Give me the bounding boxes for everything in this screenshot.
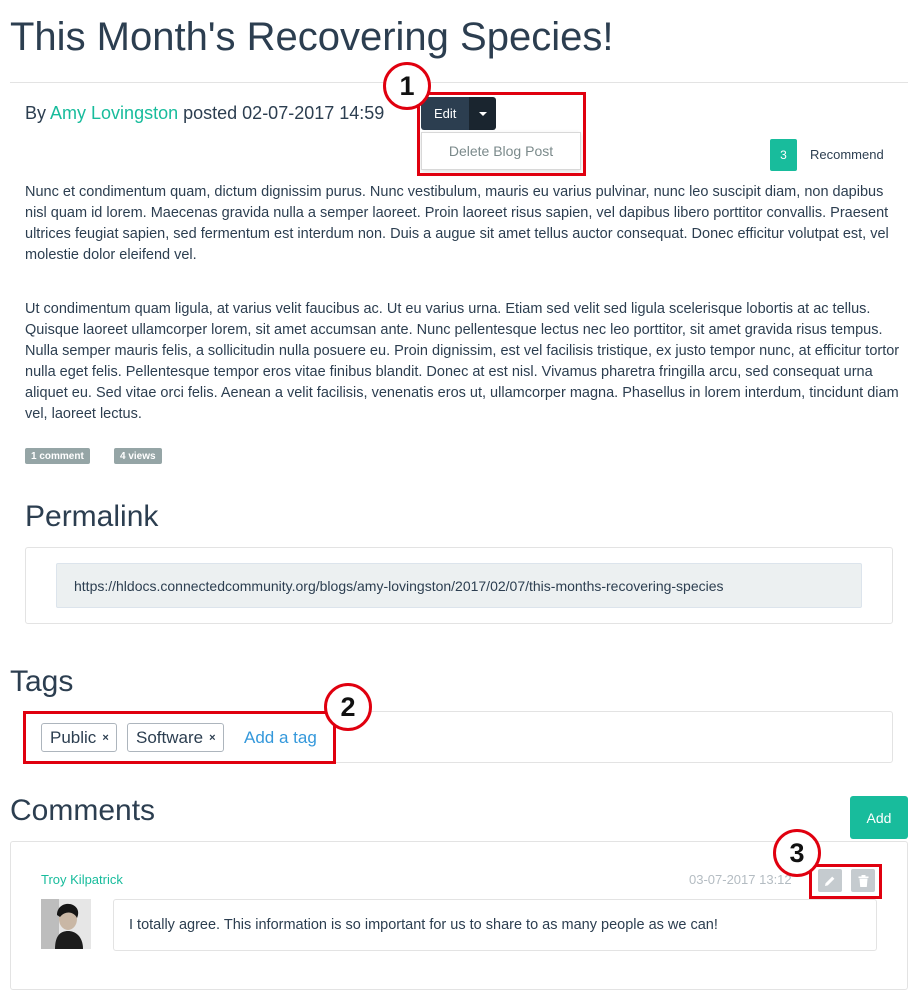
permalink-heading: Permalink [25,500,159,533]
annotation-marker-3: 3 [773,829,821,877]
posted-date: posted 02-07-2017 14:59 [183,103,385,123]
recommend-link[interactable]: Recommend [810,147,884,162]
page-title: This Month's Recovering Species! [10,15,614,59]
post-paragraph-2: Ut condimentum quam ligula, at varius ve… [25,301,900,422]
comment-count-badge: 1 comment [25,448,90,464]
post-paragraph-1: Nunc et condimentum quam, dictum digniss… [25,184,889,263]
annotation-box-1 [417,92,586,176]
annotation-marker-1: 1 [383,62,431,110]
annotation-box-2 [23,711,336,764]
byline-prefix: By [25,103,47,123]
annotation-box-3 [809,864,882,899]
permalink-field[interactable]: https://hldocs.connectedcommunity.org/bl… [56,563,862,608]
add-comment-button[interactable]: Add [850,796,908,839]
annotation-marker-2: 2 [324,683,372,731]
recommend-count-button[interactable]: 3 [770,139,797,171]
title-divider [10,82,908,83]
author-link[interactable]: Amy Lovingston [50,103,178,123]
tags-heading: Tags [10,665,74,698]
comment-timestamp: 03-07-2017 13:12 [689,872,792,887]
comments-heading: Comments [10,794,156,827]
avatar [41,899,91,949]
view-count-badge: 4 views [114,448,162,464]
commenter-name-link[interactable]: Troy Kilpatrick [41,872,123,887]
post-byline: By Amy Lovingston posted 02-07-2017 14:5… [25,102,384,124]
comment-text: I totally agree. This information is so … [113,899,877,951]
